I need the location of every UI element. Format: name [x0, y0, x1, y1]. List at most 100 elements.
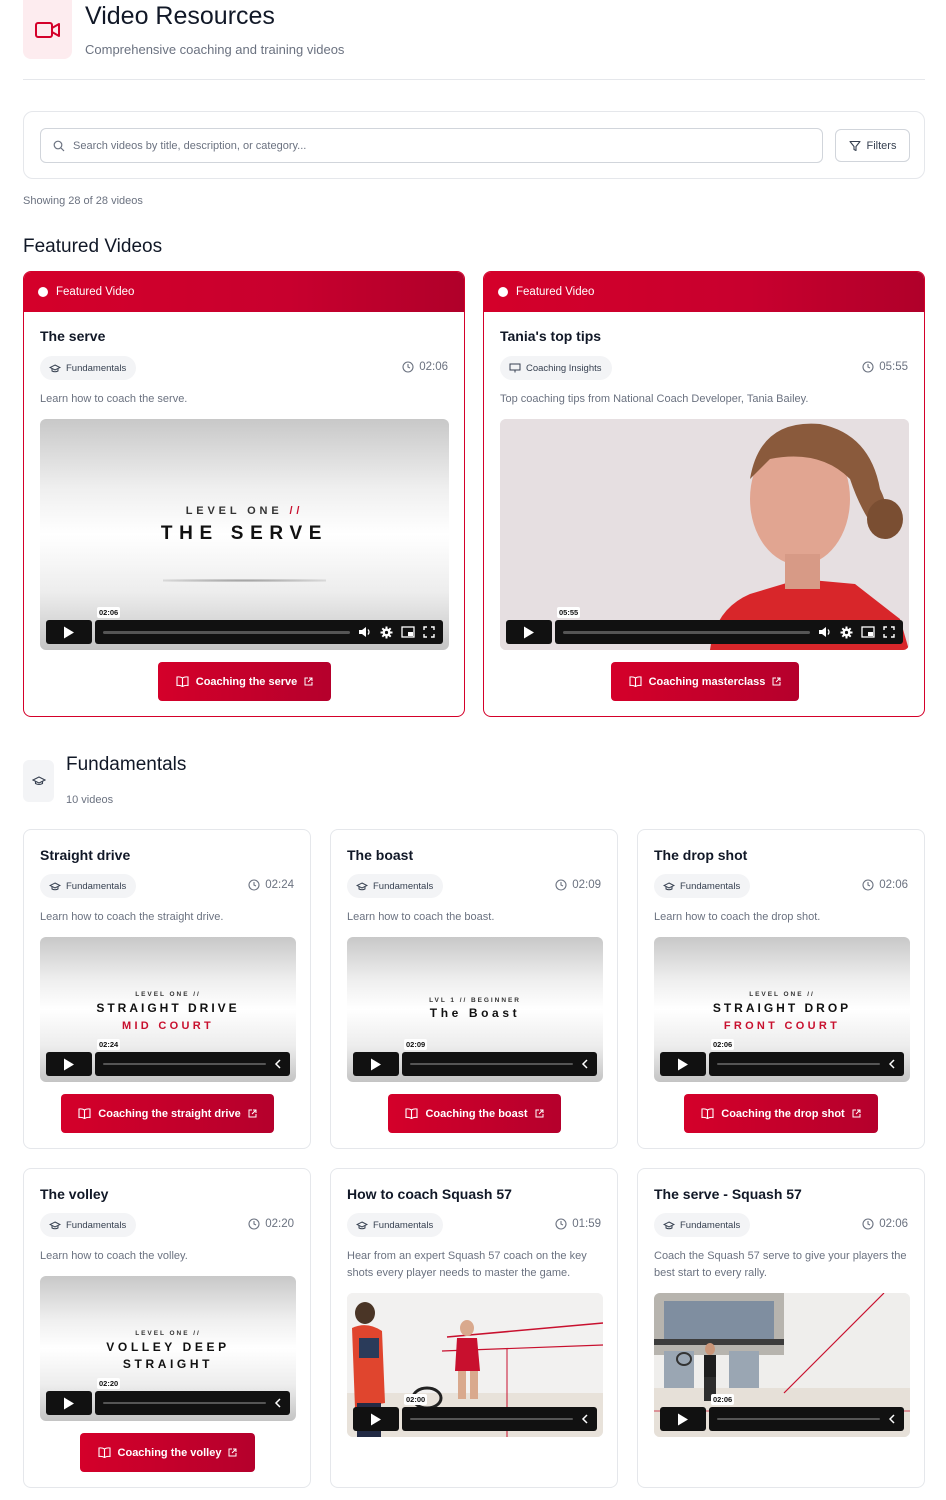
video-player[interactable]: LEVEL ONE // VOLLEY DEEP STRAIGHT 02:20 — [40, 1276, 296, 1421]
video-card: The drop shot Fundamentals 02:06 Learn h… — [637, 829, 925, 1149]
play-button[interactable] — [46, 1052, 92, 1076]
fullscreen-icon[interactable] — [423, 626, 435, 638]
category-tag: Fundamentals — [347, 874, 444, 898]
seek-track[interactable] — [717, 1418, 880, 1420]
duration-label: 02:06 — [879, 879, 908, 891]
video-player[interactable]: 02:00 — [347, 1293, 603, 1437]
seek-track[interactable] — [103, 630, 350, 634]
progress-bar[interactable]: 02:06 — [709, 1394, 904, 1431]
thumb-subtitle: FRONT COURT — [723, 1020, 841, 1032]
chevron-left-icon[interactable] — [581, 1414, 589, 1424]
external-link-icon — [772, 677, 781, 686]
coaching-the-volley-button[interactable]: Coaching the volley — [80, 1433, 255, 1472]
play-button[interactable] — [353, 1052, 399, 1076]
coaching-the-drop-shot-button[interactable]: Coaching the drop shot — [684, 1094, 878, 1133]
play-button[interactable] — [660, 1407, 706, 1431]
picture-in-picture-icon[interactable] — [401, 626, 415, 638]
video-duration: 02:06 — [862, 1218, 908, 1230]
progress-bar[interactable]: 02:06 — [709, 1039, 904, 1076]
coaching-the-boast-button[interactable]: Coaching the boast — [388, 1094, 561, 1133]
chevron-left-icon[interactable] — [888, 1414, 896, 1424]
thumb-title: THE SERVE — [160, 523, 329, 544]
seek-track[interactable] — [103, 1402, 266, 1404]
video-title: Tania's top tips — [500, 328, 602, 344]
video-player[interactable]: 05:55 — [500, 419, 909, 650]
coaching-the-straight-drive-button[interactable]: Coaching the straight drive — [61, 1094, 274, 1133]
cta-label: Coaching the serve — [195, 675, 298, 688]
seek-track[interactable] — [103, 1063, 266, 1065]
chevron-left-icon[interactable] — [888, 1059, 896, 1069]
chevron-left-icon[interactable] — [581, 1059, 589, 1069]
book-icon — [78, 1108, 91, 1119]
video-description: Hear from an expert Squash 57 coach on t… — [347, 1250, 587, 1279]
play-button[interactable] — [46, 1391, 92, 1415]
play-button[interactable] — [506, 620, 552, 644]
progress-bar[interactable]: 02:24 — [95, 1039, 290, 1076]
progress-bar[interactable]: 05:55 — [555, 607, 903, 644]
thumb-title: The Boast — [429, 1006, 521, 1020]
featured-badge-label: Featured Video — [516, 286, 595, 298]
book-icon — [176, 676, 189, 687]
picture-in-picture-icon[interactable] — [861, 626, 875, 638]
current-time: 02:09 — [404, 1039, 428, 1050]
volume-icon[interactable] — [358, 626, 372, 638]
cta-label: Coaching the straight drive — [98, 1107, 241, 1120]
featured-video-card: Featured Video The serve Fundamentals 02… — [23, 271, 465, 717]
progress-bar[interactable]: 02:06 — [95, 607, 443, 644]
video-player[interactable]: LEVEL ONE // STRAIGHT DROP FRONT COURT 0… — [654, 937, 910, 1082]
video-player[interactable]: LEVEL ONE // THE SERVE 02:06 — [40, 419, 449, 650]
clock-icon — [862, 1218, 874, 1230]
volume-icon[interactable] — [818, 626, 832, 638]
filter-icon — [848, 140, 861, 152]
seek-track[interactable] — [410, 1418, 573, 1420]
current-time: 02:06 — [711, 1394, 735, 1405]
settings-gear-icon[interactable] — [840, 626, 853, 639]
progress-bar[interactable]: 02:00 — [402, 1394, 597, 1431]
dot-icon — [38, 287, 48, 297]
seek-track[interactable] — [410, 1063, 573, 1065]
cta-label: Coaching the boast — [425, 1107, 528, 1120]
featured-badge-label: Featured Video — [56, 286, 135, 298]
seek-track[interactable] — [563, 630, 810, 634]
progress-bar[interactable]: 02:09 — [402, 1039, 597, 1076]
video-duration: 02:20 — [248, 1218, 294, 1230]
external-link-icon — [852, 1109, 861, 1118]
chevron-left-icon[interactable] — [274, 1398, 282, 1408]
seek-track[interactable] — [717, 1063, 880, 1065]
video-player[interactable]: LEVEL ONE // STRAIGHT DRIVE MID COURT 02… — [40, 937, 296, 1082]
video-player[interactable]: 02:06 — [654, 1293, 910, 1437]
fullscreen-icon[interactable] — [883, 626, 895, 638]
thumb-level: LEVEL ONE — [185, 505, 283, 517]
player-controls: 05:55 — [506, 607, 903, 644]
filters-button[interactable]: Filters — [835, 129, 910, 162]
play-button[interactable] — [660, 1052, 706, 1076]
dot-icon — [498, 287, 508, 297]
progress-bar[interactable]: 02:20 — [95, 1378, 290, 1415]
coaching-masterclass-button[interactable]: Coaching masterclass — [611, 662, 799, 701]
video-camera-icon — [23, 0, 72, 59]
chevron-left-icon[interactable] — [274, 1059, 282, 1069]
category-tag-label: Fundamentals — [66, 880, 127, 892]
video-card: How to coach Squash 57 Fundamentals 01:5… — [330, 1168, 618, 1488]
category-tag: Fundamentals — [40, 874, 137, 898]
search-input[interactable] — [73, 139, 773, 152]
clock-icon — [248, 879, 260, 891]
video-player[interactable]: LVL 1 // BEGINNER The Boast 02:09 — [347, 937, 603, 1082]
graduation-cap-icon — [49, 881, 61, 891]
thumb-title: STRAIGHT DROP — [712, 1001, 852, 1015]
thumb-subtitle: STRAIGHT — [122, 1357, 214, 1371]
play-button[interactable] — [46, 620, 92, 644]
play-button[interactable] — [353, 1407, 399, 1431]
cta-label: Coaching the volley — [117, 1446, 222, 1459]
current-time: 02:20 — [97, 1378, 121, 1389]
book-icon — [701, 1108, 714, 1119]
duration-label: 05:55 — [879, 361, 908, 373]
settings-gear-icon[interactable] — [380, 626, 393, 639]
search-icon — [53, 140, 65, 152]
category-tag: Fundamentals — [347, 1213, 444, 1237]
video-duration: 02:24 — [248, 879, 294, 891]
coaching-the-serve-button[interactable]: Coaching the serve — [158, 662, 331, 701]
featured-heading: Featured Videos — [23, 236, 163, 257]
search-box[interactable] — [40, 128, 823, 163]
player-controls: 02:09 — [353, 1039, 597, 1076]
